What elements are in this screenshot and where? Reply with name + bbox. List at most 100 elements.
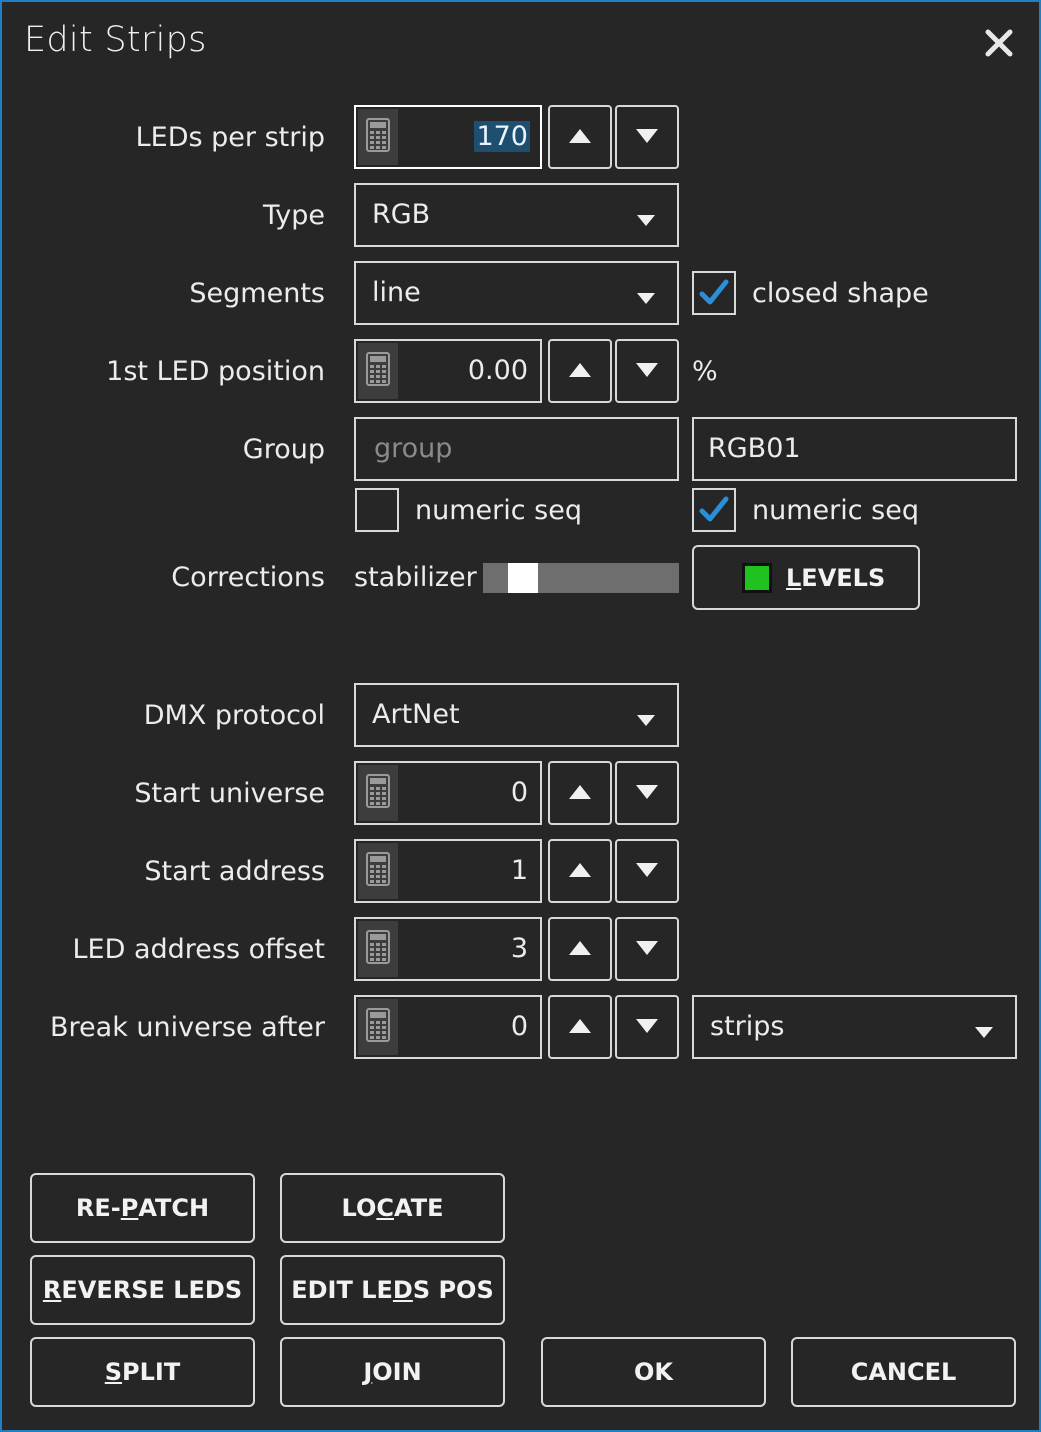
leds-per-strip-input[interactable]: 170 — [354, 105, 542, 169]
first-led-position-value: 0.00 — [467, 355, 528, 386]
arrow-down-icon — [636, 941, 658, 955]
edit-leds-pos-button[interactable]: EDIT LE D S POS — [280, 1255, 505, 1325]
led-address-offset-value: 3 — [510, 933, 528, 964]
group-name-input[interactable]: RGB01 — [692, 417, 1017, 481]
reverse-leds-button[interactable]: R EVERSE LEDS — [30, 1255, 255, 1325]
first-led-position-down-button[interactable] — [615, 339, 679, 403]
button-label-text: PLIT — [122, 1358, 181, 1386]
calculator-icon[interactable] — [358, 999, 398, 1055]
arrow-down-icon — [636, 863, 658, 877]
type-dropdown[interactable]: RGB — [354, 183, 679, 247]
button-label-mnemonic: D — [392, 1276, 413, 1304]
break-universe-after-up-button[interactable] — [548, 995, 612, 1059]
stabilizer-slider-thumb[interactable] — [507, 563, 538, 593]
type-value: RGB — [372, 199, 431, 230]
button-label-text: OK — [634, 1358, 673, 1386]
start-address-down-button[interactable] — [615, 839, 679, 903]
dmx-protocol-value: ArtNet — [372, 699, 460, 730]
button-label-mnemonic: C — [376, 1194, 394, 1222]
dmx-protocol-label: DMX protocol — [143, 700, 325, 731]
button-label-mnemonic: J — [363, 1358, 373, 1386]
group-name-value: RGB01 — [708, 433, 801, 464]
button-label-text: S POS — [412, 1276, 494, 1304]
calculator-icon[interactable] — [358, 843, 398, 899]
closed-shape-checkbox[interactable] — [692, 271, 736, 315]
ok-button[interactable]: OK — [541, 1337, 766, 1407]
start-universe-value: 0 — [510, 777, 528, 808]
button-label-text: LO — [341, 1194, 377, 1222]
start-universe-down-button[interactable] — [615, 761, 679, 825]
dmx-protocol-dropdown[interactable]: ArtNet — [354, 683, 679, 747]
close-icon[interactable] — [982, 26, 1016, 60]
stabilizer-slider[interactable] — [483, 563, 679, 593]
chevron-down-icon — [637, 289, 655, 308]
group-numeric-seq-label: numeric seq — [415, 495, 582, 526]
start-universe-input[interactable]: 0 — [354, 761, 542, 825]
dialog-title: Edit Strips — [24, 20, 207, 60]
calculator-icon[interactable] — [358, 765, 398, 821]
first-led-position-input[interactable]: 0.00 — [354, 339, 542, 403]
chevron-down-icon — [637, 211, 655, 230]
button-label-text: RE- — [75, 1194, 121, 1222]
arrow-up-icon — [569, 1019, 591, 1033]
segments-dropdown[interactable]: line — [354, 261, 679, 325]
start-address-value: 1 — [510, 855, 528, 886]
arrow-down-icon — [636, 129, 658, 143]
break-unit-value: strips — [710, 1011, 785, 1042]
stabilizer-label: stabilizer — [354, 562, 477, 593]
type-label: Type — [262, 200, 325, 231]
break-universe-after-value: 0 — [510, 1011, 528, 1042]
led-address-offset-input[interactable]: 3 — [354, 917, 542, 981]
repatch-button[interactable]: RE- P ATCH — [30, 1173, 255, 1243]
button-label-text: EDIT LE — [291, 1276, 393, 1304]
led-address-offset-down-button[interactable] — [615, 917, 679, 981]
button-label-text: EVELS — [801, 563, 886, 592]
button-label-mnemonic: S — [104, 1358, 123, 1386]
arrow-up-icon — [569, 363, 591, 377]
button-label-mnemonic: P — [120, 1194, 139, 1222]
arrow-up-icon — [569, 129, 591, 143]
group-input[interactable]: group — [354, 417, 679, 481]
locate-button[interactable]: LO C ATE — [280, 1173, 505, 1243]
join-button[interactable]: J OIN — [280, 1337, 505, 1407]
arrow-up-icon — [569, 941, 591, 955]
arrow-up-icon — [569, 785, 591, 799]
break-unit-dropdown[interactable]: strips — [692, 995, 1017, 1059]
leds-per-strip-up-button[interactable] — [548, 105, 612, 169]
break-universe-after-down-button[interactable] — [615, 995, 679, 1059]
break-universe-after-label: Break universe after — [50, 1012, 325, 1043]
levels-button[interactable]: L EVELS — [692, 545, 920, 610]
leds-per-strip-down-button[interactable] — [615, 105, 679, 169]
chevron-down-icon — [975, 1023, 993, 1042]
break-universe-after-input[interactable]: 0 — [354, 995, 542, 1059]
group-placeholder: group — [374, 433, 453, 464]
led-address-offset-up-button[interactable] — [548, 917, 612, 981]
chevron-down-icon — [637, 711, 655, 730]
name-numeric-seq-checkbox[interactable] — [692, 488, 736, 532]
split-button[interactable]: S PLIT — [30, 1337, 255, 1407]
arrow-down-icon — [636, 785, 658, 799]
checkmark-icon — [699, 279, 729, 305]
corrections-label: Corrections — [171, 562, 325, 593]
arrow-down-icon — [636, 363, 658, 377]
start-address-label: Start address — [144, 856, 325, 887]
segments-value: line — [372, 277, 421, 308]
levels-color-swatch — [742, 563, 772, 593]
name-numeric-seq-label: numeric seq — [752, 495, 919, 526]
button-label-text: OIN — [372, 1358, 422, 1386]
start-address-up-button[interactable] — [548, 839, 612, 903]
calculator-icon[interactable] — [358, 109, 398, 165]
arrow-up-icon — [569, 863, 591, 877]
checkmark-icon — [699, 496, 729, 522]
button-label-mnemonic: R — [42, 1276, 62, 1304]
calculator-icon[interactable] — [358, 343, 398, 399]
group-numeric-seq-checkbox[interactable] — [355, 488, 399, 532]
first-led-position-up-button[interactable] — [548, 339, 612, 403]
start-address-input[interactable]: 1 — [354, 839, 542, 903]
button-label-text: EVERSE LEDS — [61, 1276, 243, 1304]
button-label-mnemonic: L — [786, 563, 802, 592]
first-led-position-label: 1st LED position — [106, 356, 325, 387]
cancel-button[interactable]: CANCEL — [791, 1337, 1016, 1407]
start-universe-up-button[interactable] — [548, 761, 612, 825]
calculator-icon[interactable] — [358, 921, 398, 977]
